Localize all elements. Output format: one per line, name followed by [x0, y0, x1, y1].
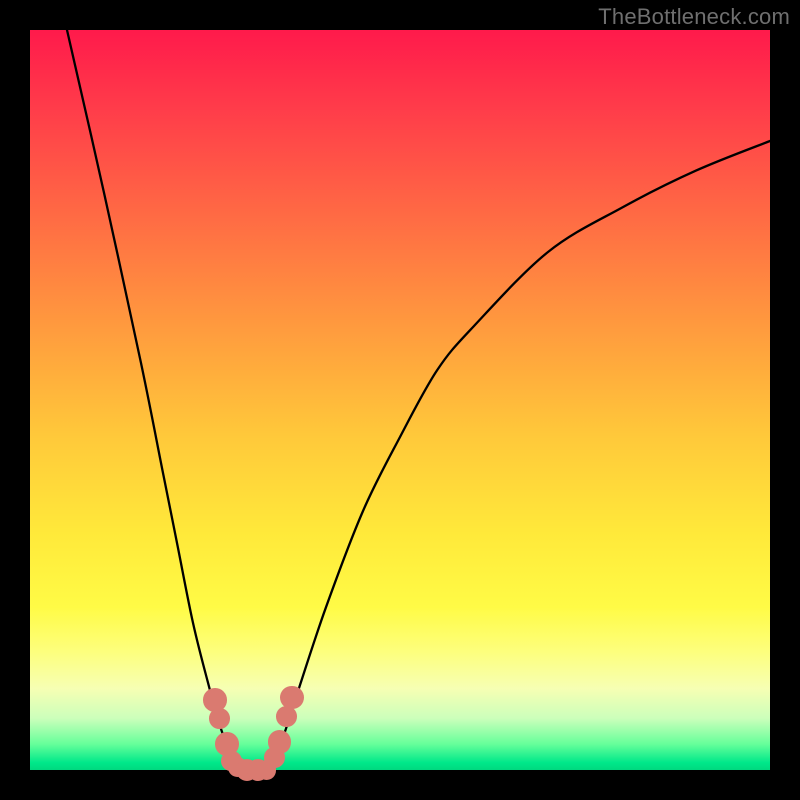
- bottleneck-curve: [30, 30, 770, 770]
- curve-marker: [209, 708, 230, 729]
- curve-marker: [268, 730, 292, 754]
- curve-marker: [280, 686, 304, 710]
- chart-plot-area: [30, 30, 770, 770]
- watermark-text: TheBottleneck.com: [598, 4, 790, 30]
